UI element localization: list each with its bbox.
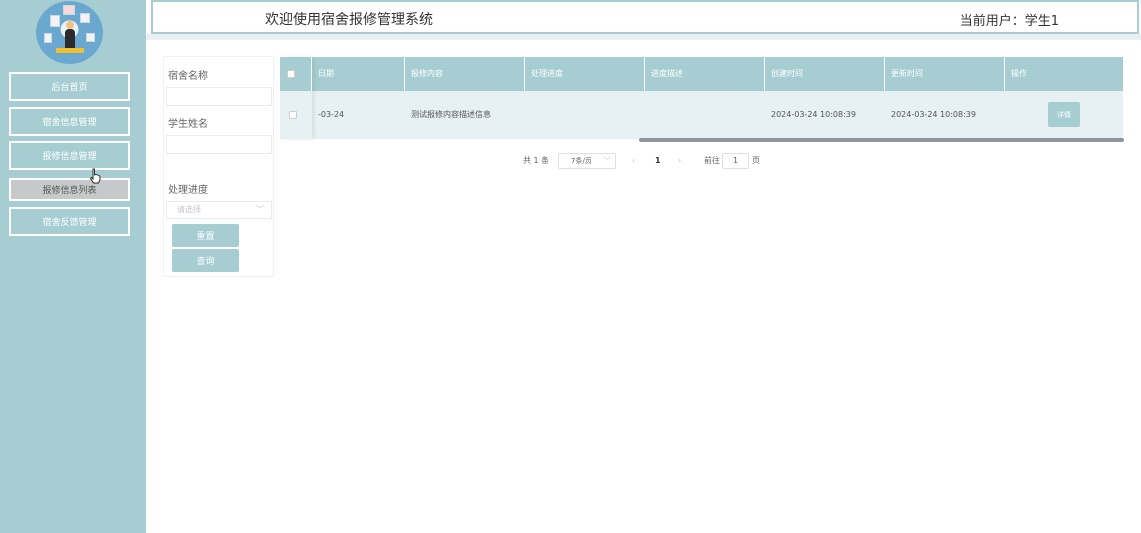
column-header-date[interactable]: 日期 — [312, 57, 405, 91]
search-panel: 宿舍名称 学生姓名 处理进度 请选择 ﹀ 重置 查询 — [163, 56, 274, 277]
pager-total: 共 1 条 — [523, 156, 550, 165]
status-label: 处理进度 — [168, 185, 208, 196]
column-header-action: 操作 — [1011, 69, 1027, 78]
column-header-content[interactable]: 报修内容 — [405, 57, 525, 91]
dorm-name-input[interactable] — [166, 87, 272, 106]
column-header-status-desc[interactable]: 进度描述 — [645, 57, 765, 91]
column-header-updated[interactable]: 更新时间 — [885, 57, 1005, 91]
detail-button[interactable]: 详情 — [1048, 102, 1080, 127]
repair-table: 日期 报修内容 处理进度 进度描述 创建时间 更新时间 操作 -03-24 测试… — [280, 57, 1124, 143]
next-page-icon[interactable]: › — [678, 153, 681, 169]
goto-prefix: 前往 — [704, 156, 720, 165]
status-select[interactable]: 请选择 ﹀ — [166, 201, 272, 219]
current-user: 当前用户：学生1 — [959, 14, 1059, 29]
top-header: 欢迎使用宿舍报修管理系统 当前用户：学生1 — [151, 0, 1139, 34]
cell-updated: 2024-03-24 10:08:39 — [891, 110, 976, 119]
reset-button[interactable]: 重置 — [172, 224, 239, 247]
fixed-column-shadow — [280, 57, 312, 139]
chevron-down-icon: ﹀ — [604, 157, 611, 165]
cell-status — [525, 91, 645, 139]
column-header-status[interactable]: 处理进度 — [525, 57, 645, 91]
page-title: 欢迎使用宿舍报修管理系统 — [265, 12, 433, 28]
query-button[interactable]: 查询 — [172, 249, 239, 272]
student-name-input[interactable] — [166, 135, 272, 154]
sidebar-item-dorm-info[interactable]: 宿舍信息管理 — [9, 107, 130, 136]
sidebar-item-home[interactable]: 后台首页 — [9, 72, 130, 101]
page-number-current[interactable]: 1 — [655, 153, 661, 169]
dorm-name-label: 宿舍名称 — [168, 71, 208, 82]
sidebar-item-repair-manage[interactable]: 报修信息管理 — [9, 141, 130, 170]
page-size-select[interactable]: 7条/页 ﹀ — [558, 153, 616, 169]
goto-page-input[interactable]: 1 — [722, 153, 749, 169]
hand-cursor-icon — [89, 168, 101, 184]
column-header-created[interactable]: 创建时间 — [765, 57, 885, 91]
sidebar-subitem-repair-list[interactable]: 报修信息列表 — [9, 178, 130, 201]
status-select-placeholder: 请选择 — [177, 205, 201, 214]
prev-page-icon[interactable]: ‹ — [632, 153, 635, 169]
cell-date: -03-24 — [318, 110, 345, 119]
header-divider — [146, 34, 1141, 40]
sidebar-item-feedback[interactable]: 宿舍反馈管理 — [9, 207, 130, 236]
chevron-down-icon: ﹀ — [256, 205, 264, 214]
page-size-value: 7条/页 — [571, 157, 592, 165]
horizontal-scrollbar[interactable] — [639, 138, 1124, 142]
student-name-label: 学生姓名 — [168, 119, 208, 130]
cell-status-desc — [645, 91, 765, 139]
avatar — [36, 1, 103, 64]
sidebar: 后台首页 宿舍信息管理 报修信息管理 报修信息列表 宿舍反馈管理 — [0, 0, 146, 533]
goto-suffix: 页 — [752, 156, 760, 165]
cell-created: 2024-03-24 10:08:39 — [771, 110, 856, 119]
table-row: -03-24 测试报修内容描述信息 2024-03-24 10:08:39 20… — [280, 91, 1123, 139]
table-header: 日期 报修内容 处理进度 进度描述 创建时间 更新时间 操作 — [280, 57, 1123, 91]
cell-content: 测试报修内容描述信息 — [411, 110, 491, 119]
